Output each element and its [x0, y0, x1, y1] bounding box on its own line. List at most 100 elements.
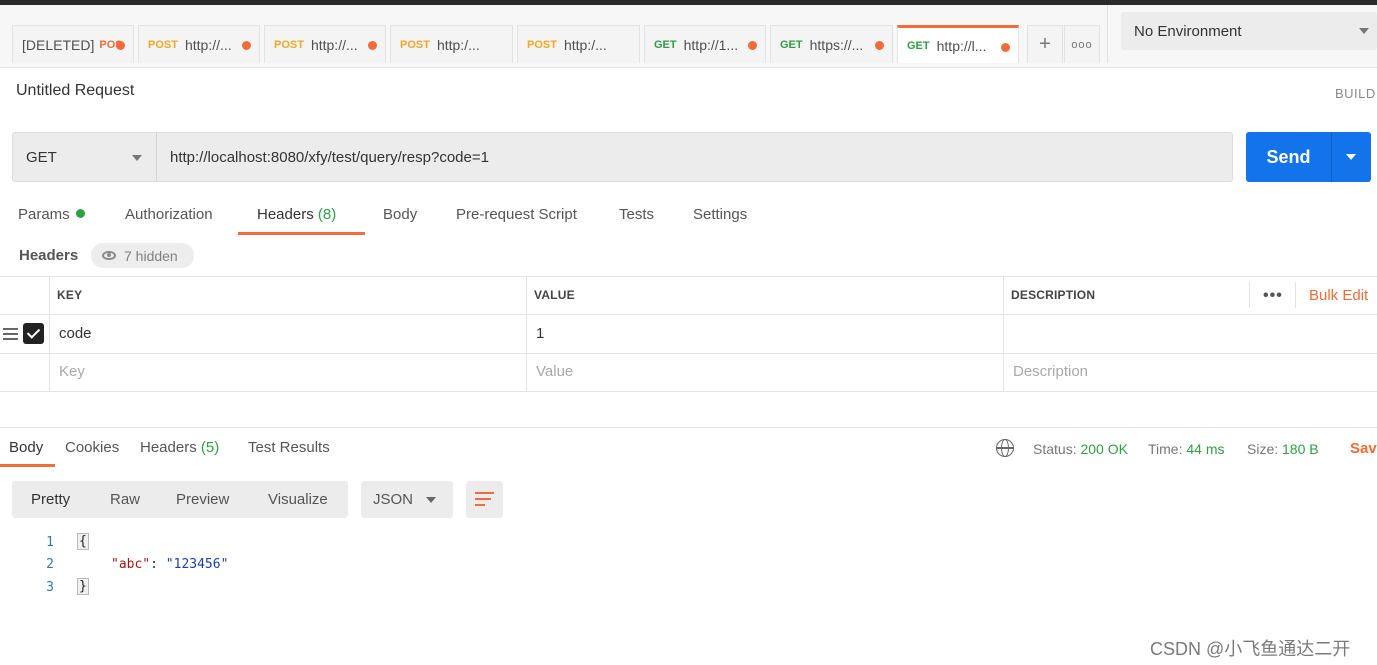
more-icon: ooo: [1071, 38, 1093, 51]
new-header-value-input[interactable]: Value: [536, 363, 573, 380]
status-value: 200 OK: [1080, 441, 1128, 457]
build-toggle[interactable]: BUILD: [1335, 86, 1376, 101]
response-tab-body[interactable]: Body: [9, 439, 43, 456]
header-value-cell[interactable]: 1: [536, 325, 544, 342]
tab-method: POST: [148, 38, 178, 51]
send-label: Send: [1266, 146, 1311, 167]
hidden-headers-toggle[interactable]: 7 hidden: [91, 243, 194, 268]
table-border: [0, 391, 1377, 392]
unsaved-dot-icon: [368, 41, 377, 50]
response-divider: [0, 427, 1377, 428]
response-status: Status: 200 OK: [1033, 441, 1128, 457]
unsaved-dot-icon: [748, 41, 757, 50]
tab-label: https://...: [809, 36, 864, 53]
tab-authorization[interactable]: Authorization: [125, 206, 213, 223]
tab-label: [DELETED]: [22, 36, 95, 53]
tab-method: GET: [780, 38, 803, 51]
table-border: [526, 276, 527, 391]
hidden-headers-label: 7 hidden: [124, 247, 178, 264]
json-colon: :: [150, 557, 166, 572]
tab-options-button[interactable]: ooo: [1064, 25, 1100, 63]
tab-tests[interactable]: Tests: [619, 206, 654, 223]
response-size: Size: 180 B: [1247, 441, 1319, 457]
new-header-key-input[interactable]: Key: [59, 363, 85, 380]
tab-headers[interactable]: Headers (8): [257, 206, 336, 223]
tab-label: http://...: [184, 36, 232, 53]
tab-method: GET: [654, 38, 677, 51]
tab-settings-label: Settings: [693, 206, 748, 223]
tab-method: POST: [527, 38, 557, 51]
tab-tests-label: Tests: [619, 206, 655, 223]
tab-authorization-label: Authorization: [125, 206, 213, 223]
table-border: [0, 314, 1377, 315]
line-number: 3: [46, 580, 54, 595]
chevron-down-icon: [426, 497, 436, 503]
tab-settings[interactable]: Settings: [693, 206, 747, 223]
chevron-down-icon: [1346, 154, 1356, 160]
environment-select[interactable]: No Environment: [1121, 12, 1377, 50]
active-tab-indicator: [238, 232, 365, 235]
save-response-button[interactable]: Sav: [1350, 440, 1377, 457]
column-header-key: KEY: [57, 288, 83, 302]
wrap-lines-button[interactable]: [466, 481, 503, 518]
tab-method: GET: [907, 39, 930, 52]
time-value: 44 ms: [1186, 441, 1225, 457]
json-key: "abc": [111, 557, 151, 572]
header-enabled-checkbox[interactable]: [23, 323, 44, 344]
header-key-cell[interactable]: code: [59, 325, 92, 342]
headers-section-title: Headers: [19, 247, 79, 264]
time-label: Time:: [1148, 441, 1183, 457]
format-select[interactable]: JSON: [361, 481, 453, 518]
response-tab-cookies[interactable]: Cookies: [65, 439, 119, 456]
tab-label: http://1...: [683, 36, 739, 53]
new-header-description-input[interactable]: Description: [1013, 363, 1088, 380]
globe-icon[interactable]: [996, 439, 1014, 457]
request-title[interactable]: Untitled Request: [16, 82, 134, 100]
json-value: "123456": [165, 557, 229, 572]
view-pretty-button[interactable]: Pretty: [31, 491, 70, 508]
new-tab-button[interactable]: +: [1027, 25, 1063, 63]
tab-body[interactable]: Body: [383, 206, 417, 223]
tab-params[interactable]: Params: [18, 206, 85, 223]
table-border: [0, 353, 1377, 354]
code-line: }: [77, 578, 89, 595]
view-visualize-button[interactable]: Visualize: [268, 491, 328, 508]
view-preview-button[interactable]: Preview: [176, 491, 229, 508]
close-brace: }: [77, 578, 89, 595]
tab-method: POST: [400, 38, 430, 51]
size-value: 180 B: [1282, 441, 1319, 457]
line-number: 1: [46, 535, 54, 550]
send-button[interactable]: Send: [1246, 132, 1331, 182]
response-tab-headers-count: (5): [200, 439, 220, 456]
tab-headers-count: (8): [317, 206, 337, 223]
unsaved-dot-icon: [116, 41, 125, 50]
request-tab[interactable]: GET http://1...: [644, 25, 766, 63]
request-tab[interactable]: POST http:/...: [390, 25, 513, 63]
request-tab[interactable]: POST http://...: [264, 25, 386, 63]
unsaved-dot-icon: [875, 41, 884, 50]
drag-handle-icon[interactable]: [3, 328, 18, 340]
eye-icon: [102, 251, 116, 260]
column-header-description: DESCRIPTION: [1011, 288, 1096, 302]
tab-pre-request-script[interactable]: Pre-request Script: [456, 206, 577, 223]
response-tab-headers[interactable]: Headers (5): [140, 439, 219, 456]
request-tab[interactable]: POST http://...: [138, 25, 260, 63]
status-label: Status:: [1033, 441, 1077, 457]
request-tab[interactable]: POST http:/...: [517, 25, 640, 63]
table-border: [1295, 282, 1296, 308]
send-options-button[interactable]: [1331, 132, 1371, 182]
request-tab-active[interactable]: GET http://l...: [897, 25, 1019, 63]
request-tab[interactable]: [DELETED] POS: [12, 25, 134, 63]
table-border: [1249, 282, 1250, 308]
bulk-edit-link[interactable]: Bulk Edit: [1309, 287, 1368, 304]
view-raw-button[interactable]: Raw: [110, 491, 140, 508]
response-time: Time: 44 ms: [1148, 441, 1225, 457]
response-tab-test-results[interactable]: Test Results: [248, 439, 330, 456]
url-input[interactable]: http://localhost:8080/xfy/test/query/res…: [156, 132, 1233, 182]
column-options-button[interactable]: •••: [1263, 287, 1283, 305]
line-number: 2: [46, 557, 54, 572]
unsaved-dot-icon: [1001, 43, 1010, 52]
tab-label: http:/...: [563, 36, 607, 53]
request-tab[interactable]: GET https://...: [770, 25, 893, 63]
table-border: [0, 276, 1377, 277]
